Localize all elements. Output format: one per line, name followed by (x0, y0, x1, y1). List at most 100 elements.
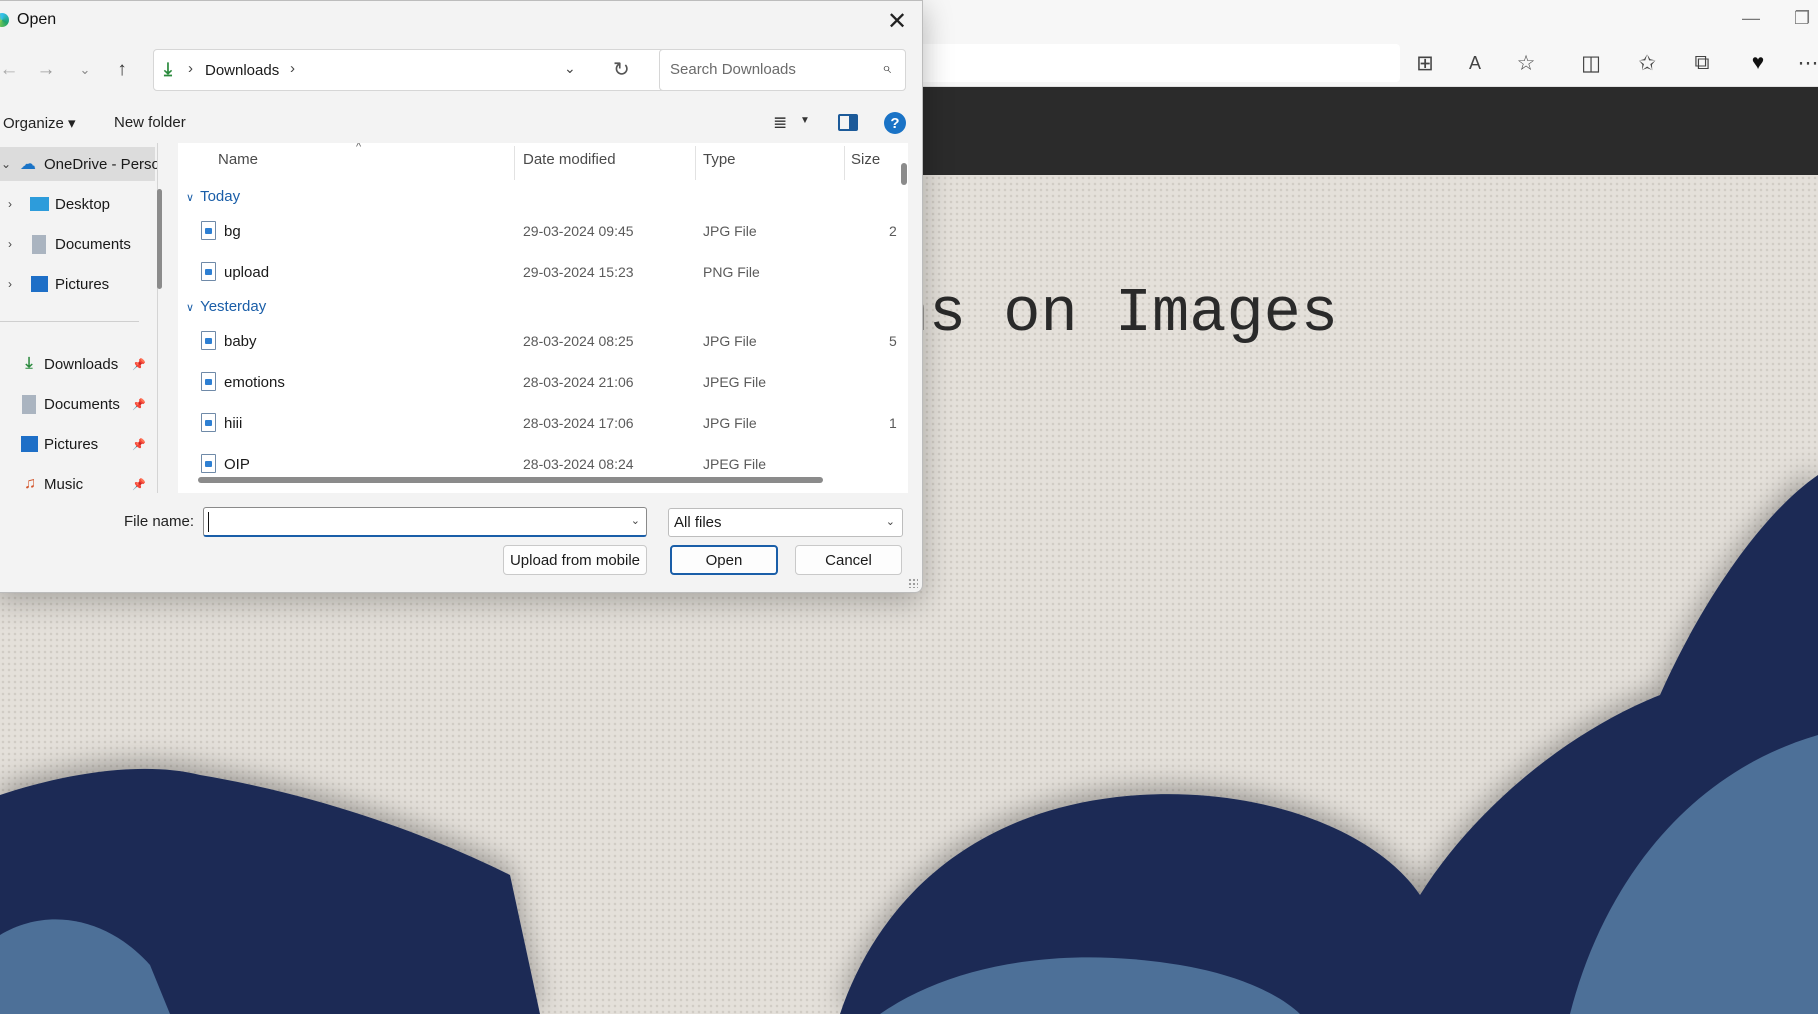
nav-item-onedrive[interactable]: ⌄ ☁ OneDrive - Personal (0, 147, 157, 181)
chevron-down-icon[interactable]: ⌄ (631, 514, 640, 527)
file-name-combobox[interactable]: ⌄ (203, 507, 647, 537)
file-row[interactable]: hiii 28-03-2024 17:06 JPG File 1 (178, 407, 897, 443)
group-label: Yesterday (200, 298, 267, 315)
horizontal-scrollbar[interactable] (198, 477, 823, 483)
breadcrumb-separator[interactable]: › (188, 60, 193, 77)
search-icon[interactable]: ⌕ (882, 60, 891, 78)
close-button[interactable]: ✕ (874, 3, 920, 39)
file-name: OIP (224, 456, 250, 473)
chevron-down-icon[interactable]: ⌄ (886, 515, 895, 528)
more-options-icon[interactable]: ⋯ (1795, 50, 1818, 76)
breadcrumb-downloads[interactable]: Downloads (205, 62, 279, 79)
arrow-left-icon: ← (0, 59, 19, 80)
file-name: upload (224, 264, 270, 281)
up-button[interactable]: ↑ (108, 57, 136, 83)
file-row[interactable]: emotions 28-03-2024 21:06 JPEG File (178, 366, 878, 402)
file-row[interactable]: bg 29-03-2024 09:45 JPG File 2 (178, 215, 897, 251)
new-folder-button[interactable]: New folder (114, 114, 186, 131)
file-name-label: File name: (124, 513, 195, 530)
file-type-filter[interactable]: All files ⌄ (668, 508, 903, 537)
apps-icon[interactable]: ⊞ (1412, 50, 1438, 76)
chevron-right-icon[interactable]: › (8, 197, 12, 211)
help-icon[interactable]: ? (884, 112, 906, 134)
chevron-down-icon[interactable]: ⌄ (1, 157, 11, 171)
browser-address-bar[interactable] (900, 44, 1400, 82)
view-dropdown-icon[interactable]: ▼ (800, 115, 810, 126)
nav-item-documents[interactable]: › Documents (0, 227, 155, 261)
nav-item-desktop[interactable]: › Desktop (0, 187, 155, 221)
file-date: 29-03-2024 09:45 (523, 223, 634, 239)
chevron-right-icon[interactable]: › (8, 277, 12, 291)
nav-item-label: Pictures (44, 435, 99, 453)
file-name: hiii (224, 415, 243, 432)
column-header-type[interactable]: Type (703, 151, 736, 168)
vertical-scrollbar[interactable] (901, 163, 907, 185)
preview-pane-icon[interactable] (838, 114, 858, 131)
back-button[interactable]: ← (0, 57, 23, 83)
address-bar[interactable]: ⤓ › Downloads › ⌄ ↻ (153, 49, 666, 91)
pin-icon[interactable]: 📌 (132, 438, 146, 451)
file-row[interactable]: baby 28-03-2024 08:25 JPG File 5 (178, 325, 897, 361)
forward-button[interactable]: → (32, 57, 60, 83)
column-header-date[interactable]: Date modified (523, 151, 616, 168)
split-screen-icon[interactable]: ◫ (1578, 50, 1604, 76)
search-box[interactable]: ⌕ (659, 49, 906, 91)
open-button[interactable]: Open (670, 545, 778, 575)
nav-pane-scrollbar[interactable] (157, 189, 162, 289)
view-options-icon[interactable]: ≣ (773, 113, 787, 133)
column-header-name[interactable]: Name (218, 151, 258, 168)
music-icon: ♫ (24, 475, 36, 492)
nav-item-label: Music (44, 475, 84, 493)
group-header-yesterday[interactable]: ∨ Yesterday (186, 298, 266, 315)
pin-icon[interactable]: 📌 (132, 478, 146, 491)
restore-icon[interactable]: ❐ (1794, 8, 1810, 32)
resize-grip[interactable] (908, 578, 918, 588)
search-input[interactable] (670, 61, 870, 78)
open-file-dialog: Open ✕ ← → ⌄ ↑ ⤓ › Downloads › ⌄ ↻ ⌕ Org… (0, 0, 923, 593)
upload-from-mobile-button[interactable]: Upload from mobile (503, 545, 647, 575)
nav-item-pictures[interactable]: › Pictures (0, 267, 155, 301)
file-name-input[interactable] (208, 512, 608, 532)
desktop-icon (30, 197, 49, 211)
file-type: JPEG File (703, 374, 767, 390)
nav-item-label: Pictures (55, 275, 110, 293)
browser-essentials-icon[interactable]: ♥ (1745, 50, 1771, 76)
recent-locations-button[interactable]: ⌄ (71, 57, 99, 83)
group-header-today[interactable]: ∨ Today (186, 188, 240, 205)
organize-button[interactable]: Organize ▾ (3, 114, 76, 132)
read-aloud-icon[interactable]: A (1462, 50, 1488, 76)
file-date: 29-03-2024 15:23 (523, 264, 634, 280)
cancel-button[interactable]: Cancel (795, 545, 902, 575)
refresh-icon[interactable]: ↻ (613, 57, 630, 82)
quick-access-pictures[interactable]: Pictures 📌 (0, 427, 155, 461)
breadcrumb-separator[interactable]: › (290, 60, 295, 77)
file-type: JPG File (703, 333, 757, 349)
pin-icon[interactable]: 📌 (132, 398, 146, 411)
favorites-icon[interactable]: ✩ (1634, 50, 1660, 76)
pin-icon[interactable]: 📌 (132, 358, 146, 371)
documents-icon (22, 394, 36, 414)
address-dropdown-icon[interactable]: ⌄ (564, 60, 576, 77)
collections-icon[interactable]: ⧉ (1689, 50, 1715, 76)
minimize-icon[interactable]: — (1742, 8, 1760, 32)
navigation-pane: ⌄ ☁ OneDrive - Personal › Desktop › Docu… (0, 143, 158, 493)
quick-access-music[interactable]: ♫ Music 📌 (0, 467, 155, 493)
arrow-up-icon: ↑ (117, 59, 127, 80)
file-size: 2 (889, 223, 897, 239)
quick-access-documents[interactable]: Documents 📌 (0, 387, 155, 421)
pictures-icon (31, 276, 48, 292)
dialog-title-bar[interactable]: Open ✕ (0, 1, 922, 41)
chevron-right-icon[interactable]: › (8, 237, 12, 251)
favorite-star-icon[interactable]: ☆ (1513, 50, 1539, 76)
column-divider[interactable] (514, 146, 515, 180)
navigation-row: ← → ⌄ ↑ ⤓ › Downloads › ⌄ ↻ ⌕ (0, 47, 922, 93)
image-file-icon (201, 454, 216, 473)
file-row[interactable]: upload 29-03-2024 15:23 PNG File (178, 256, 878, 292)
file-date: 28-03-2024 08:24 (523, 456, 634, 472)
column-divider[interactable] (844, 146, 845, 180)
image-file-icon (201, 221, 216, 240)
quick-access-downloads[interactable]: ⤓ Downloads 📌 (0, 347, 155, 381)
column-divider[interactable] (695, 146, 696, 180)
command-bar: Organize ▾ New folder ≣ ▼ ? (0, 109, 922, 141)
column-header-size[interactable]: Size (851, 151, 880, 168)
